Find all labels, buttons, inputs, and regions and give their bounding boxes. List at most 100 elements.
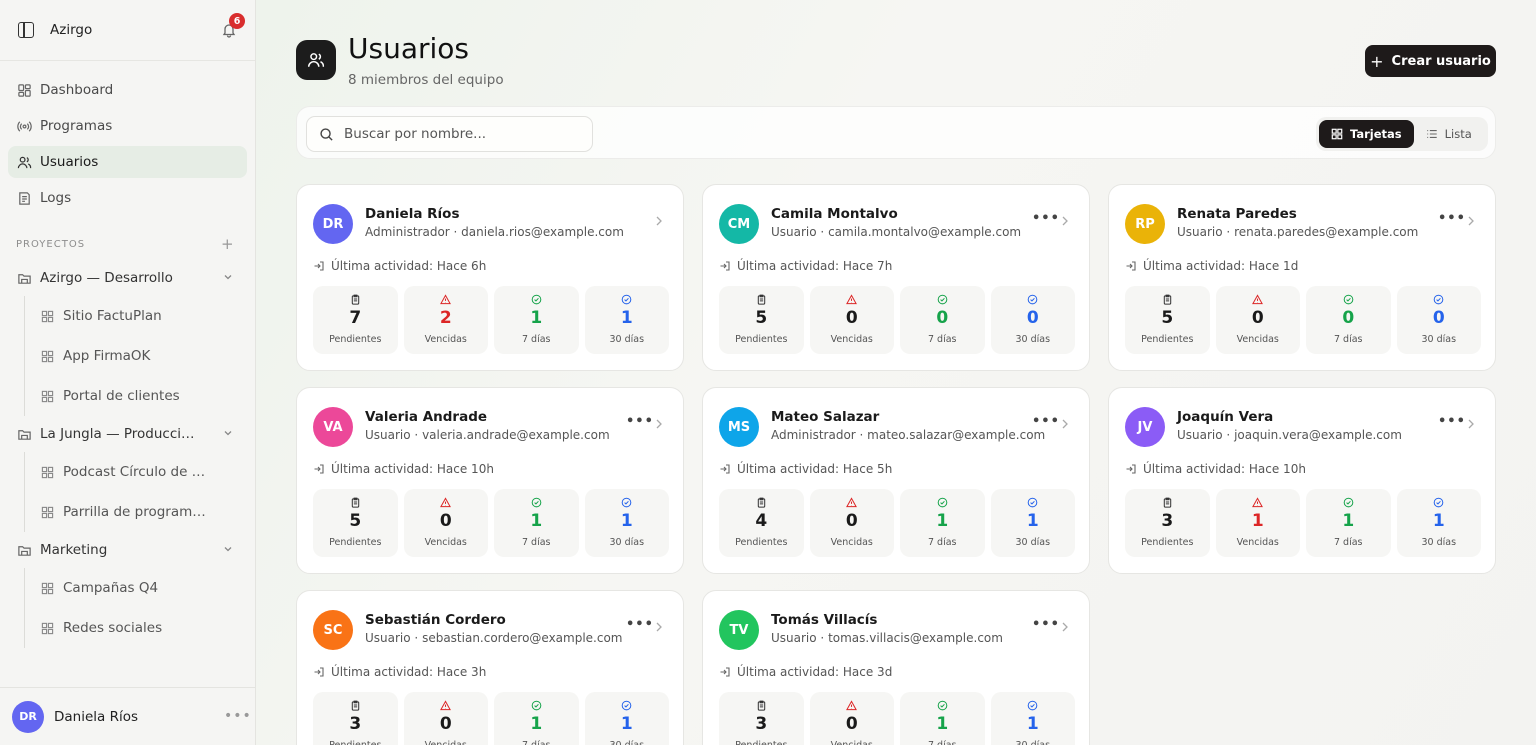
project-item-label: Portal de clientes xyxy=(63,388,180,404)
stat-value: 2 xyxy=(439,308,452,328)
user-card-cm[interactable]: CM Camila Montalvo Usuario · camila.mont… xyxy=(702,184,1090,371)
more-options-icon[interactable]: ••• xyxy=(1032,414,1060,429)
chevron-right-icon[interactable] xyxy=(1467,419,1475,429)
user-card-ms[interactable]: MS Mateo Salazar Administrador · mateo.s… xyxy=(702,387,1090,574)
chevron-down-icon[interactable] xyxy=(223,428,233,438)
more-options-icon[interactable]: ••• xyxy=(626,617,654,632)
stat-label: 30 días xyxy=(1421,537,1457,548)
more-options-icon[interactable]: ••• xyxy=(1032,211,1060,226)
view-toggle: Tarjetas Lista xyxy=(1316,117,1488,151)
project-item[interactable]: Sitio FactuPlan xyxy=(41,296,255,336)
project-la-jungla[interactable]: La Jungla — Producci… xyxy=(0,416,255,452)
avatar: SC xyxy=(313,610,353,650)
chevron-right-icon[interactable] xyxy=(655,419,663,429)
nav-item-usuarios[interactable]: Usuarios xyxy=(8,146,247,178)
more-options-icon[interactable]: ••• xyxy=(626,414,654,429)
project-item-label: Campañas Q4 xyxy=(63,580,159,596)
login-icon xyxy=(1126,464,1136,474)
stat-pendientes: 5 Pendientes xyxy=(313,489,398,557)
view-cards-button[interactable]: Tarjetas xyxy=(1319,120,1414,148)
toolbar: Buscar por nombre... Tarjetas Lista xyxy=(296,106,1496,159)
user-card-dr[interactable]: DR Daniela Ríos Administrador · daniela.… xyxy=(296,184,684,371)
stat-value: 0 xyxy=(845,511,858,531)
nav-item-dashboard[interactable]: Dashboard xyxy=(8,74,247,106)
stat-label: 7 días xyxy=(521,537,551,548)
project-item[interactable]: Parrilla de program… xyxy=(41,492,255,532)
chevron-right-icon[interactable] xyxy=(655,216,663,226)
clipboard-icon xyxy=(351,294,359,305)
current-user[interactable]: DR Daniela Ríos ••• xyxy=(0,687,255,745)
chevron-right-icon[interactable] xyxy=(1061,419,1069,429)
more-options-icon[interactable]: ••• xyxy=(1438,414,1466,429)
last-activity-text: Última actividad: Hace 3d xyxy=(737,665,893,679)
separator: · xyxy=(1222,225,1235,239)
check-circle-icon xyxy=(1027,700,1038,711)
project-item[interactable]: App FirmaOK xyxy=(41,336,255,376)
project-marketing[interactable]: Marketing xyxy=(0,532,255,568)
sidebar-toggle-icon[interactable] xyxy=(18,22,34,38)
login-icon xyxy=(720,261,730,271)
chevron-right-icon[interactable] xyxy=(655,622,663,632)
check-circle-icon xyxy=(621,294,632,305)
stat-30-dias: 1 30 días xyxy=(990,692,1075,745)
chevron-down-icon[interactable] xyxy=(223,544,233,554)
stat-value: 1 xyxy=(620,714,633,734)
chevron-right-icon[interactable] xyxy=(1467,216,1475,226)
check-circle-icon xyxy=(531,294,542,305)
chevron-right-icon[interactable] xyxy=(1061,622,1069,632)
stat-value: 5 xyxy=(1161,308,1174,328)
user-card-rp[interactable]: RP Renata Paredes Usuario · renata.pared… xyxy=(1108,184,1496,371)
nav-label: Logs xyxy=(40,190,72,206)
add-project-icon[interactable]: + xyxy=(221,235,234,253)
user-card-tv[interactable]: TV Tomás Villacís Usuario · tomas.villac… xyxy=(702,590,1090,745)
user-card-sc[interactable]: SC Sebastián Cordero Usuario · sebastian… xyxy=(296,590,684,745)
stat-30-dias: 1 30 días xyxy=(1396,489,1481,557)
user-email: camila.montalvo@example.com xyxy=(828,225,1022,239)
login-icon xyxy=(720,464,730,474)
chevron-right-icon[interactable] xyxy=(1061,216,1069,226)
project-item[interactable]: Podcast Círculo de … xyxy=(41,452,255,492)
clipboard-icon xyxy=(757,294,765,305)
chevron-down-icon[interactable] xyxy=(223,272,233,282)
project-item[interactable]: Portal de clientes xyxy=(41,376,255,416)
grid-icon xyxy=(41,582,54,594)
user-stats: 5 Pendientes 0 Vencidas 0 7 días 0 30 dí… xyxy=(719,286,1075,354)
project-item[interactable]: Campañas Q4 xyxy=(41,568,255,608)
warning-icon xyxy=(846,497,858,508)
check-circle-icon xyxy=(1433,497,1444,508)
stat-pendientes: 3 Pendientes xyxy=(719,692,804,745)
last-activity-text: Última actividad: Hace 10h xyxy=(1143,462,1306,476)
stat-label: Pendientes xyxy=(329,537,382,548)
avatar: MS xyxy=(719,407,759,447)
list-icon xyxy=(1426,130,1437,138)
stat-label: 7 días xyxy=(522,740,551,745)
user-name: Joaquín Vera xyxy=(1177,409,1274,425)
check-circle-icon xyxy=(937,294,948,305)
user-card-va[interactable]: VA Valeria Andrade Usuario · valeria.and… xyxy=(296,387,684,574)
search-placeholder: Buscar por nombre... xyxy=(344,126,487,142)
clipboard-icon xyxy=(1163,497,1171,508)
project-label: La Jungla — Producci… xyxy=(40,426,195,442)
last-activity-text: Última actividad: Hace 10h xyxy=(331,462,494,476)
stat-value: 4 xyxy=(755,511,768,531)
avatar: DR xyxy=(12,700,44,733)
search-input[interactable]: Buscar por nombre... xyxy=(306,116,593,152)
stat-label: 7 días xyxy=(927,334,957,345)
warning-icon xyxy=(846,294,858,305)
stat-30-dias: 1 30 días xyxy=(584,489,669,557)
nav-item-logs[interactable]: Logs xyxy=(8,182,247,214)
user-card-jv[interactable]: JV Joaquín Vera Usuario · joaquin.vera@e… xyxy=(1108,387,1496,574)
create-user-button[interactable]: + Crear usuario xyxy=(1365,45,1496,77)
more-options-icon[interactable]: ••• xyxy=(1032,617,1060,632)
more-icon[interactable]: ••• xyxy=(224,708,252,724)
page-subtitle: 8 miembros del equipo xyxy=(348,72,504,88)
nav-item-programas[interactable]: Programas xyxy=(8,110,247,142)
stat-value: 3 xyxy=(1161,511,1174,531)
project-azirgo[interactable]: Azirgo — Desarrollo xyxy=(0,260,255,296)
last-activity-text: Última actividad: Hace 5h xyxy=(737,462,893,476)
project-label: Azirgo — Desarrollo xyxy=(40,270,173,286)
view-list-button[interactable]: Lista xyxy=(1414,120,1484,148)
project-item[interactable]: Redes sociales xyxy=(41,608,255,648)
more-options-icon[interactable]: ••• xyxy=(1438,211,1466,226)
app-name: Azirgo xyxy=(50,22,93,38)
